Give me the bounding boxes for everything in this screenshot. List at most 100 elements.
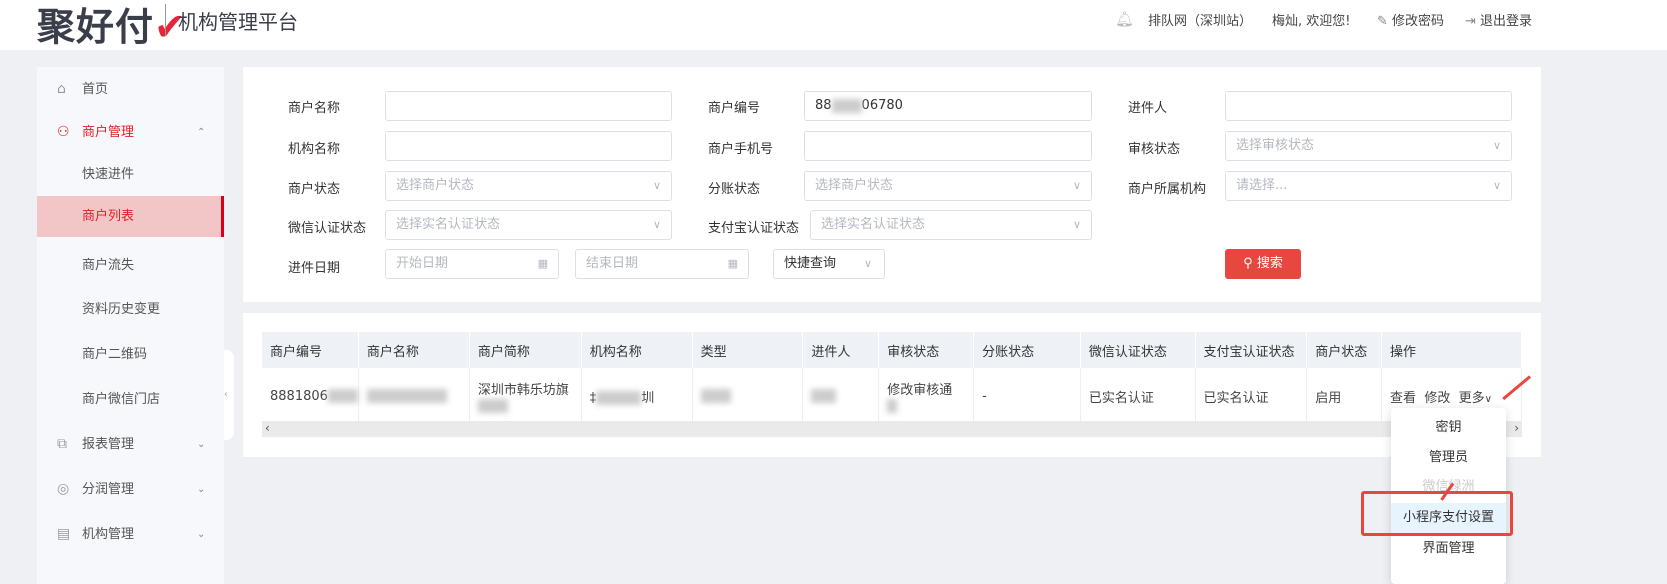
sidebar-item-wechat-store[interactable]: 商户微信门店: [37, 377, 224, 422]
merchant-no-input[interactable]: 88 06780: [804, 91, 1092, 121]
col-header: 机构名称: [581, 332, 693, 368]
highlight-box: [1361, 491, 1513, 536]
wechat-auth-status: 已实名认证: [1080, 368, 1196, 426]
sidebar-item-org[interactable]: ▤ 机构管理 ⌄: [37, 512, 224, 557]
audit-status-select[interactable]: 选择审核状态 ∨: [1225, 131, 1512, 161]
chevron-down-icon: ⌄: [197, 439, 206, 450]
wechat-auth-select[interactable]: 选择实名认证状态 ∨: [385, 210, 672, 240]
chevron-down-icon: ∨: [1492, 179, 1501, 192]
label: 商户管理: [82, 125, 135, 140]
edit-link[interactable]: 修改: [1424, 391, 1450, 406]
change-password-link[interactable]: ✎ 修改密码: [1377, 10, 1444, 29]
label: 商户列表: [82, 209, 135, 224]
bell-icon[interactable]: 🔔︎: [1115, 10, 1134, 28]
placeholder: 结束日期: [586, 256, 639, 271]
merchant-no-label: 商户编号: [708, 101, 761, 116]
label: 报表管理: [82, 437, 135, 452]
placeholder: 选择实名认证状态: [821, 217, 926, 232]
org-name-input[interactable]: [385, 131, 672, 161]
applicant-label: 进件人: [1128, 101, 1168, 116]
logout-link[interactable]: ⇥ 退出登录: [1465, 10, 1532, 29]
view-link[interactable]: 查看: [1390, 391, 1416, 406]
label: 机构管理: [82, 527, 135, 542]
merchant-icon: ⚇: [57, 124, 70, 140]
calendar-icon: ▦: [537, 257, 548, 270]
wechat-auth-label: 微信认证状态: [288, 221, 367, 236]
merchant-name-label: 商户名称: [288, 101, 341, 116]
sidebar-item-home[interactable]: ⌂ 首页: [37, 67, 224, 112]
placeholder: 请选择...: [1236, 178, 1288, 193]
chevron-down-icon: ⌄: [197, 484, 206, 495]
split-status-select[interactable]: 选择商户状态 ∨: [804, 171, 1092, 201]
applicant-input[interactable]: [1225, 91, 1512, 121]
sidebar-item-qrcode[interactable]: 商户二维码: [37, 332, 224, 377]
label: 首页: [82, 82, 109, 97]
table-row: 8881806 深圳市韩乐坊旗 ‡ 圳 修改审核通 - 已实名认证 已实名认证 启…: [262, 368, 1522, 426]
scroll-right-icon[interactable]: ›: [1514, 421, 1519, 435]
horizontal-scrollbar[interactable]: ‹ ›: [262, 421, 1522, 437]
sidebar-collapse-handle[interactable]: ‹: [224, 350, 234, 440]
sidebar-item-merchant-churn[interactable]: 商户流失: [37, 243, 224, 288]
alipay-auth-label: 支付宝认证状态: [708, 221, 800, 236]
logout-label: 退出登录: [1480, 14, 1533, 29]
merchant-status-select[interactable]: 选择商户状态 ∨: [385, 171, 672, 201]
label: 商户流失: [82, 258, 135, 273]
redacted: [887, 398, 898, 413]
sidebar-item-reports[interactable]: ⧉ 报表管理 ⌄: [37, 422, 224, 467]
more-label: 更多: [1458, 390, 1485, 406]
merchant-phone-input[interactable]: [804, 131, 1092, 161]
col-header: 类型: [692, 332, 804, 368]
col-header: 审核状态: [878, 332, 975, 368]
more-dropdown[interactable]: 更多∨: [1459, 391, 1492, 406]
search-button[interactable]: ⚲ 搜索: [1225, 249, 1301, 279]
home-icon: ⌂: [57, 81, 66, 97]
menu-item-admin[interactable]: 管理员: [1391, 443, 1506, 473]
value-suffix: 06780: [861, 98, 903, 113]
org-name: 排队网（深圳站）: [1148, 14, 1253, 29]
sidebar-item-merchant-list[interactable]: 商户列表: [37, 196, 224, 237]
col-header: 商户名称: [358, 332, 470, 368]
redacted: [366, 389, 447, 404]
col-header: 商户编号: [262, 332, 359, 368]
label: 商户二维码: [82, 347, 148, 362]
quick-query-select[interactable]: 快捷查询 ∨: [773, 249, 885, 279]
sidebar-item-profit[interactable]: ◎ 分润管理 ⌄: [37, 467, 224, 512]
top-header: 聚好付✔ 机构管理平台 🔔︎ 排队网（深圳站） 梅灿, 欢迎您! ✎ 修改密码 …: [0, 0, 1667, 50]
merchant-name-input[interactable]: [385, 91, 672, 121]
sidebar: ⌂ 首页 ⚇ 商户管理 ⌃ 快速进件 商户列表 商户流失 资料历史变更 商户二维码 商…: [37, 67, 224, 584]
merchant-no: 8881806: [270, 388, 328, 404]
col-header: 商户简称: [469, 332, 582, 368]
alipay-auth-select[interactable]: 选择实名认证状态 ∨: [810, 210, 1092, 240]
redacted: [477, 398, 508, 413]
menu-item-ui-management[interactable]: 界面管理: [1391, 534, 1506, 564]
split-status: -: [973, 368, 1081, 426]
menu-item-secret-key[interactable]: 密钥: [1391, 413, 1506, 443]
quick-query-label: 快捷查询: [784, 256, 837, 271]
col-header: 进件人: [802, 332, 880, 368]
sidebar-item-history[interactable]: 资料历史变更: [37, 287, 224, 332]
start-date-input[interactable]: 开始日期 ▦: [385, 249, 559, 279]
label: 快速进件: [82, 167, 135, 182]
chevron-down-icon: ∨: [652, 218, 661, 231]
merchant-status-label: 商户状态: [288, 182, 341, 197]
end-date-input[interactable]: 结束日期 ▦: [575, 249, 749, 279]
scroll-left-icon[interactable]: ‹: [265, 421, 270, 435]
sidebar-item-merchant-management[interactable]: ⚇ 商户管理 ⌃: [37, 110, 224, 155]
redacted: [700, 389, 731, 404]
placeholder: 选择商户状态: [396, 178, 475, 193]
edit-icon: ✎: [1377, 14, 1388, 29]
sidebar-item-quick-onboard[interactable]: 快速进件: [37, 152, 224, 197]
report-icon: ⧉: [57, 436, 67, 452]
label: 商户微信门店: [82, 392, 161, 407]
table-header: 商户编号 商户名称 商户简称 机构名称 类型 进件人 审核状态 分账状态 微信认证状态 支付宝认证…: [262, 332, 1522, 368]
col-header: 分账状态: [973, 332, 1081, 368]
audit-status: 修改审核通: [887, 383, 953, 399]
chevron-down-icon: ∨: [1492, 139, 1501, 152]
placeholder: 选择审核状态: [1236, 138, 1315, 153]
label: 资料历史变更: [82, 302, 161, 317]
merchant-org-select[interactable]: 请选择... ∨: [1225, 171, 1512, 201]
col-header: 支付宝认证状态: [1195, 332, 1308, 368]
chevron-down-icon: ∨: [863, 257, 872, 270]
redacted: [327, 389, 358, 404]
change-password-label: 修改密码: [1392, 14, 1445, 29]
